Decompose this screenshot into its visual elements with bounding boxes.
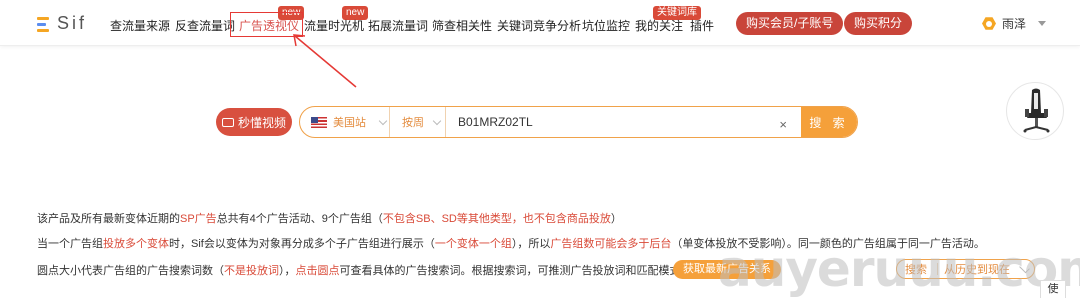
search-button[interactable]: 搜 索 <box>801 107 857 137</box>
site-label: 美国站 <box>333 117 366 129</box>
chevron-down-icon <box>432 116 442 125</box>
site-select[interactable]: 美国站 <box>300 107 390 137</box>
info-text: 总共有4个广告活动、9个广告组（ <box>216 213 383 225</box>
watermark: auyeruuu.com <box>718 240 1080 298</box>
info-highlight: 一个变体一个组 <box>434 238 512 250</box>
info-highlight: 投放多个变体 <box>103 238 169 250</box>
info-text: 当一个广告组 <box>37 238 103 250</box>
explainer-video-button[interactable]: 秒懂视频 <box>216 108 292 136</box>
info-line-1: 该产品及所有最新变体近期的SP广告总共有4个广告活动、9个广告组（不包含SB、S… <box>37 210 622 226</box>
info-highlight: SP广告 <box>180 213 217 225</box>
chair-image-icon <box>1023 88 1050 133</box>
info-highlight: 不包含SB、SD等其他类型，也不包含商品投放 <box>382 213 611 225</box>
info-text: 该产品及所有最新变体近期的 <box>37 213 180 225</box>
period-select[interactable]: 按周 <box>390 107 446 137</box>
info-text: ） <box>610 213 622 225</box>
chevron-down-icon <box>378 116 388 125</box>
period-label: 按周 <box>402 117 424 129</box>
info-text: 可查看具体的广告搜索词。根据搜索词，可推测广告投放词和匹配模式。 <box>339 265 692 277</box>
page: Sif 查流量来源 反查流量词 new 广告透视仪 new 流量时光机 拓展流量… <box>0 0 1080 298</box>
info-highlight: 点击圆点 <box>295 265 340 277</box>
info-text: ），所以 <box>511 238 551 250</box>
video-camera-icon <box>221 117 234 127</box>
info-line-3: 圆点大小代表广告组的广告搜索词数（不是投放词），点击圆点可查看具体的广告搜索词。… <box>37 262 692 278</box>
product-thumbnail[interactable] <box>1006 82 1064 140</box>
asin-value: B01MRZ02TL <box>458 115 533 129</box>
asin-search-input[interactable]: B01MRZ02TL × <box>446 107 801 137</box>
explainer-video-label: 秒懂视频 <box>237 115 286 130</box>
info-highlight: 不是投放词 <box>224 265 279 277</box>
search-bar: 美国站 按周 B01MRZ02TL × 搜 索 <box>299 106 858 138</box>
us-flag-icon <box>311 116 327 128</box>
side-tab[interactable]: 使 <box>1040 280 1066 298</box>
info-text: 圆点大小代表广告组的广告搜索词数（ <box>37 265 224 277</box>
info-text: 时，Sif会以变体为对象再分成多个子广告组进行展示（ <box>169 238 435 250</box>
clear-icon[interactable]: × <box>779 117 787 132</box>
info-highlight: 广告组数可能会多于后台 <box>550 238 672 250</box>
info-text: ）， <box>279 265 296 277</box>
